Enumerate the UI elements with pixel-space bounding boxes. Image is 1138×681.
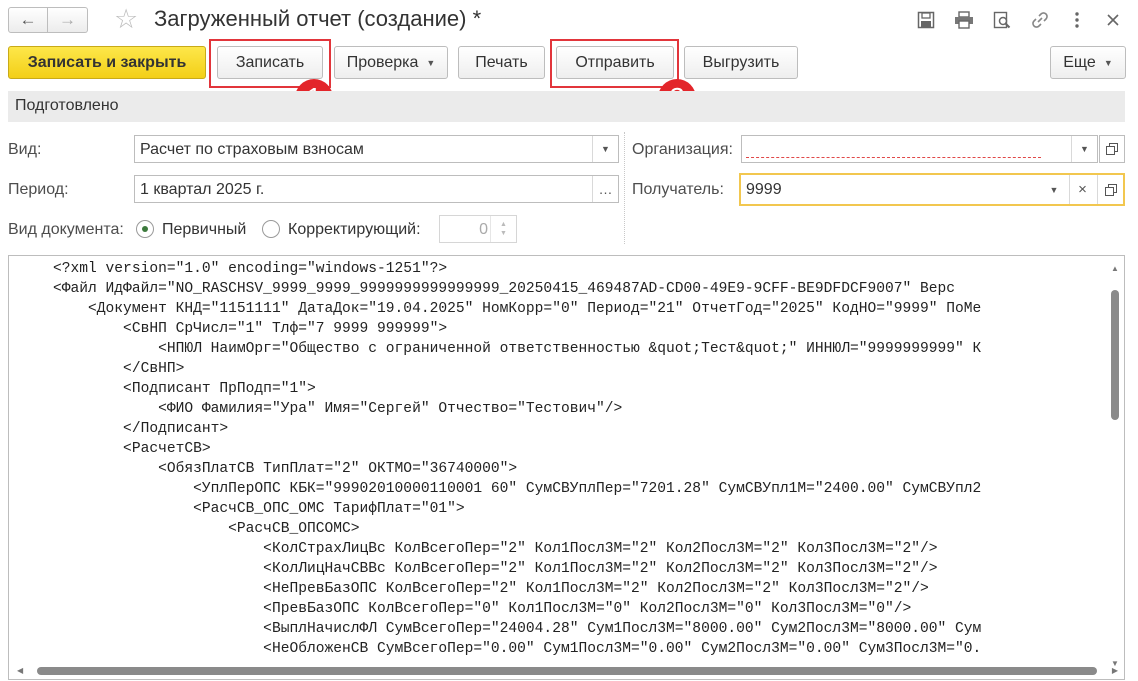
xml-line: <НеПревБазОПС КолВсегоПер="2" Кол1Посл3М… <box>53 581 929 597</box>
xml-line: <?xml version="1.0" encoding="windows-12… <box>53 261 448 277</box>
xml-line: <НеОбложенСВ СумВсегоПер="0.00" Сум1Посл… <box>53 641 982 657</box>
spinner-icon[interactable]: ▲ ▼ <box>490 216 516 242</box>
xml-line: <КолСтрахЛицВс КолВсегоПер="2" Кол1Посл3… <box>53 541 938 557</box>
column-separator <box>624 132 625 244</box>
chevron-down-icon[interactable]: ▼ <box>592 136 618 162</box>
open-organization-button[interactable] <box>1099 135 1125 163</box>
link-icon[interactable] <box>1029 9 1051 31</box>
arrow-right-icon: → <box>59 10 76 29</box>
xml-line: <БазНачислСВ СумВсегоПер="24004.28" Сум1… <box>53 659 1106 661</box>
xml-line: <ОбязПлатСВ ТипПлат="2" ОКТМО="36740000"… <box>53 461 518 477</box>
xml-line: <ВыплНачислФЛ СумВсегоПер="24004.28" Сум… <box>53 621 982 637</box>
xml-line: <РасчетСВ> <box>53 441 211 457</box>
vertical-scrollbar[interactable]: ▲ ▼ <box>1110 262 1120 668</box>
kind-field[interactable]: Расчет по страховым взносам ▼ <box>134 135 619 163</box>
radio-corrective[interactable] <box>262 220 280 238</box>
horizontal-scroll-thumb[interactable] <box>37 667 1097 675</box>
xml-line: <НПЮЛ НаимОрг="Общество с ограниченной о… <box>53 341 982 357</box>
xml-line: <СвНП СрЧисл="1" Тлф="7 9999 999999"> <box>53 321 448 337</box>
scroll-up-icon[interactable]: ▲ <box>1111 264 1119 273</box>
export-button[interactable]: Выгрузить <box>684 46 798 79</box>
organization-field[interactable]: ▼ <box>741 135 1098 163</box>
printer-icon[interactable] <box>953 9 975 31</box>
favorite-star-icon[interactable]: ☆ <box>114 4 138 34</box>
xml-line: <КолЛицНачСВВс КолВсегоПер="2" Кол1Посл3… <box>53 561 938 577</box>
correction-number-value: 0 <box>479 221 488 238</box>
xml-line: <РасчСВ_ОПСОМС> <box>53 521 360 537</box>
vertical-scroll-thumb[interactable] <box>1111 290 1119 420</box>
period-field[interactable]: 1 квартал 2025 г. … <box>134 175 619 203</box>
xml-line: <Документ КНД="1151111" ДатаДок="19.04.2… <box>53 301 982 317</box>
chevron-down-icon[interactable]: ▼ <box>1041 175 1067 204</box>
period-label: Период: <box>8 181 69 198</box>
chevron-down-icon[interactable]: ▼ <box>1071 136 1097 162</box>
recipient-value: 9999 <box>746 181 782 198</box>
doc-type-label: Вид документа: <box>8 221 124 238</box>
xml-line: <УплПерОПС КБК="99902010000110001 60" Су… <box>53 481 982 497</box>
arrow-left-icon: ← <box>19 10 37 29</box>
back-button[interactable]: ← <box>8 7 48 33</box>
status-band: Подготовлено <box>8 91 1125 122</box>
open-copy-icon <box>1104 183 1117 196</box>
period-value: 1 квартал 2025 г. <box>140 181 265 198</box>
preview-icon[interactable] <box>991 9 1013 31</box>
xml-content: <?xml version="1.0" encoding="windows-12… <box>53 259 1106 661</box>
close-icon[interactable] <box>1102 9 1124 31</box>
print-button[interactable]: Печать <box>458 46 545 79</box>
xml-viewer[interactable]: <?xml version="1.0" encoding="windows-12… <box>8 255 1125 680</box>
horizontal-scrollbar[interactable]: ◀ ▶ <box>13 666 1120 676</box>
xml-line: <РасчСВ_ОПС_ОМС ТарифПлат="01"> <box>53 501 465 517</box>
chevron-down-icon: ▼ <box>426 57 436 68</box>
xml-line: <ФИО Фамилия="Ура" Имя="Сергей" Отчество… <box>53 401 623 417</box>
save-disk-icon[interactable] <box>915 9 937 31</box>
chevron-down-icon: ▼ <box>1103 57 1113 68</box>
status-text: Подготовлено <box>15 97 119 114</box>
xml-line: </Подписант> <box>53 421 229 437</box>
open-copy-icon <box>1106 143 1118 155</box>
xml-line: <Файл ИдФайл="NO_RASCHSV_9999_9999_99999… <box>53 281 956 297</box>
xml-line: <Подписант ПрПодп="1"> <box>53 381 316 397</box>
required-underline <box>746 157 1041 158</box>
highlight-send <box>550 39 679 88</box>
open-recipient-button[interactable] <box>1097 175 1123 204</box>
window-title: Загруженный отчет (создание) * <box>154 6 482 31</box>
radio-corrective-label: Корректирующий: <box>288 221 421 238</box>
xml-line: </СвНП> <box>53 361 185 377</box>
radio-primary-label: Первичный <box>162 221 247 238</box>
more-button[interactable]: Еще ▼ <box>1050 46 1126 79</box>
recipient-field[interactable]: 9999 ▼ × <box>739 173 1125 206</box>
clear-icon[interactable]: × <box>1069 175 1095 204</box>
scroll-right-icon[interactable]: ▶ <box>1112 666 1118 675</box>
check-button[interactable]: Проверка ▼ <box>334 46 448 79</box>
correction-number-field[interactable]: 0 ▲ ▼ <box>439 215 517 243</box>
forward-button[interactable]: → <box>48 7 88 33</box>
radio-primary[interactable] <box>136 220 154 238</box>
more-menu-icon[interactable] <box>1066 9 1088 31</box>
ellipsis-icon[interactable]: … <box>592 176 618 202</box>
kind-value: Расчет по страховым взносам <box>140 141 364 158</box>
organization-label: Организация: <box>632 141 733 158</box>
recipient-label: Получатель: <box>632 181 724 198</box>
save-and-close-button[interactable]: Записать и закрыть <box>8 46 206 79</box>
xml-line: <ПревБазОПС КолВсегоПер="0" Кол1Посл3М="… <box>53 601 912 617</box>
kind-label: Вид: <box>8 141 42 158</box>
scroll-left-icon[interactable]: ◀ <box>17 666 23 675</box>
